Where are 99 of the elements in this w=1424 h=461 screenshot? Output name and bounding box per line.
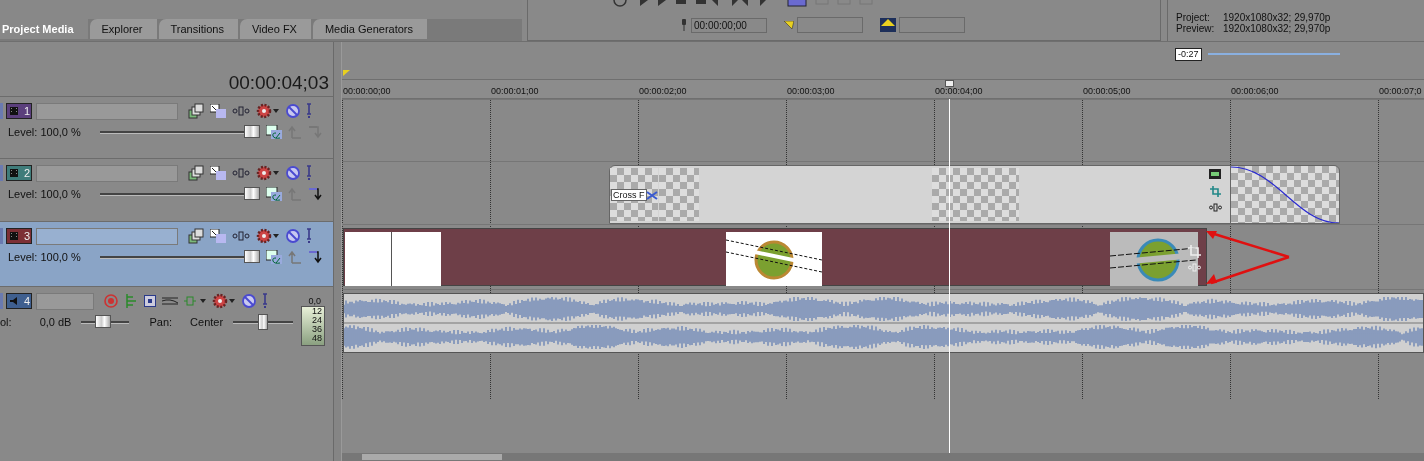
slider-thumb[interactable]	[244, 125, 260, 138]
alpha-channel-icon[interactable]	[266, 250, 282, 264]
level-label: Level: 100,0 %	[8, 126, 82, 138]
event-motion-icon[interactable]	[1209, 203, 1222, 212]
track-number-badge[interactable]: 2	[6, 165, 32, 181]
solo-icon[interactable]	[262, 293, 268, 309]
solo-icon[interactable]	[306, 228, 312, 244]
gear-icon[interactable]	[256, 103, 280, 119]
ruler-time-label: 00:00:04;00	[935, 86, 983, 96]
mute-icon[interactable]	[286, 104, 300, 118]
arrow-down-icon[interactable]	[308, 250, 322, 264]
horizontal-scrollbar[interactable]	[342, 453, 1424, 461]
gear-icon[interactable]	[256, 165, 280, 181]
gear-icon[interactable]	[212, 293, 236, 309]
track-motion-icon[interactable]	[232, 106, 250, 116]
level-label: Level: 100,0 %	[8, 251, 82, 263]
volume-value: 0,0 dB	[39, 316, 72, 328]
track-header[interactable]: 1 Level: 100,0 %	[0, 96, 333, 158]
meter-tick-label: 12	[312, 307, 322, 316]
crossfade-icon	[646, 191, 658, 200]
automation-icon[interactable]	[184, 296, 206, 306]
selection-length-field[interactable]	[899, 17, 965, 33]
region-icon	[880, 18, 896, 32]
make-compositing-child-icon[interactable]	[210, 104, 226, 118]
alpha-channel-icon[interactable]	[266, 187, 282, 201]
ruler-time-label: 00:00:00;00	[343, 86, 391, 96]
preview-label: Preview:	[1176, 23, 1216, 34]
invert-phase-icon[interactable]	[144, 295, 156, 307]
panel-tab[interactable]: Project Media	[0, 19, 88, 39]
marker-pin-icon	[680, 19, 688, 31]
track-motion-icon[interactable]	[232, 168, 250, 178]
video-event[interactable]: Cross F	[609, 165, 1231, 224]
input-bus-icon[interactable]	[124, 293, 138, 309]
track-motion-icon[interactable]	[232, 231, 250, 241]
slider-thumb[interactable]	[258, 314, 269, 330]
project-label: Project:	[1176, 12, 1210, 23]
arrow-down-icon[interactable]	[308, 187, 322, 201]
scrollbar-thumb[interactable]	[362, 454, 502, 460]
time-ruler[interactable]: 00:00:00;00 00:00:01;00 00:00:02;00 00:00:03;00 00:00:04;00 00:00:05;00 00:00:06;00 00:00:07;0	[342, 79, 1424, 99]
level-label: Level: 100,0 %	[8, 188, 82, 200]
event-motion-icon[interactable]	[1188, 263, 1201, 272]
panel-tab[interactable]: Media Generators	[312, 19, 427, 39]
slider-thumb[interactable]	[95, 315, 112, 328]
track-name-field[interactable]	[36, 164, 178, 182]
audio-event[interactable]	[343, 293, 1424, 353]
cursor-time-field[interactable]: 00:00:00;00	[691, 17, 767, 33]
track-header[interactable]: 2 Level: 100,0 %	[0, 158, 333, 221]
track-number-badge[interactable]: 4	[6, 293, 32, 309]
track-name-field[interactable]	[36, 227, 178, 245]
in-point-icon	[784, 20, 794, 30]
ruler-time-label: 00:00:02;00	[639, 86, 687, 96]
ruler-time-label: 00:00:03;00	[787, 86, 835, 96]
panel-tab[interactable]: Explorer	[89, 19, 157, 39]
film-strip-icon[interactable]	[1209, 169, 1221, 179]
meter-tick-label: 48	[312, 334, 322, 343]
meter-tick-label: 36	[312, 325, 322, 334]
zoom-readout: -0:27	[1175, 48, 1202, 61]
slider-thumb[interactable]	[244, 187, 260, 200]
compositing-mode-icon[interactable]	[188, 165, 204, 181]
ruler-time-label: 00:00:01;00	[491, 86, 539, 96]
meter-peak-value: 0,0	[308, 296, 321, 306]
project-properties: 1920x1080x32; 29,970p	[1223, 12, 1331, 23]
ruler-time-label: 00:00:06;00	[1231, 86, 1279, 96]
envelope-icon[interactable]	[162, 296, 178, 306]
preview-properties: 1920x1080x32; 29,970p	[1223, 23, 1331, 34]
playhead-handle-icon[interactable]	[945, 80, 954, 87]
track-name-field[interactable]	[36, 292, 94, 310]
compositing-mode-icon[interactable]	[188, 103, 204, 119]
video-event[interactable]	[343, 228, 1207, 286]
track-number-badge[interactable]: 1	[6, 103, 32, 119]
mute-icon[interactable]	[286, 166, 300, 180]
make-compositing-child-icon[interactable]	[210, 166, 226, 180]
timecode-display: 00:00:04;03	[228, 72, 329, 95]
thumbnail-checkerboard	[659, 168, 699, 221]
slider-thumb[interactable]	[244, 250, 260, 263]
ruler-time-label: 00:00:05;00	[1083, 86, 1131, 96]
ruler-time-label: 00:00:07;0	[1379, 86, 1422, 96]
panel-tab[interactable]: Video FX	[239, 19, 311, 39]
mute-icon[interactable]	[242, 294, 256, 308]
track-name-field[interactable]	[36, 102, 178, 120]
panel-tab[interactable]: Transitions	[158, 19, 238, 39]
pan-value: Center	[190, 316, 224, 328]
gear-icon[interactable]	[256, 228, 280, 244]
fade-out-region[interactable]	[1230, 165, 1340, 224]
meter-tick-label: 24	[312, 316, 322, 325]
make-compositing-child-icon[interactable]	[210, 229, 226, 243]
solo-icon[interactable]	[306, 165, 312, 181]
track-header[interactable]: 3 Level: 100,0 %	[0, 221, 333, 286]
solo-icon[interactable]	[306, 103, 312, 119]
alpha-channel-icon[interactable]	[266, 125, 282, 139]
pan-label: Pan:	[149, 316, 173, 328]
mute-icon[interactable]	[286, 229, 300, 243]
compositing-mode-icon[interactable]	[188, 228, 204, 244]
track-number-badge[interactable]: 3	[6, 228, 32, 244]
transition-label: Cross F	[611, 189, 647, 201]
selection-start-field[interactable]	[797, 17, 863, 33]
loop-start-marker-icon	[343, 70, 350, 76]
volume-label: ol:	[0, 316, 12, 328]
track-header[interactable]: 4 0,0 ol: 0,0 dB Pan: Center 12 24 36 48	[0, 286, 333, 349]
